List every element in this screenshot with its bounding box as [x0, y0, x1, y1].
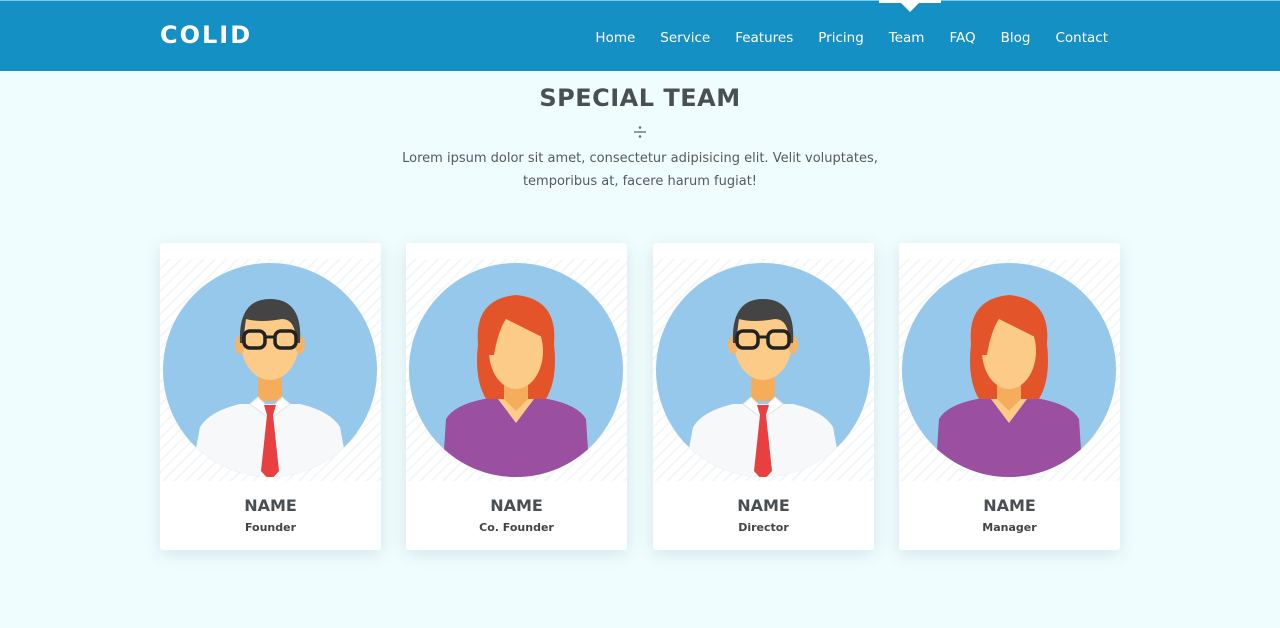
nav-link-contact[interactable]: Contact: [1055, 30, 1108, 46]
female-avatar-icon: [406, 259, 627, 481]
nav-link-blog[interactable]: Blog: [1001, 30, 1031, 46]
nav-link-service[interactable]: Service: [660, 30, 710, 46]
nav-item-team[interactable]: Team: [889, 27, 925, 46]
member-name: NAME: [983, 496, 1036, 515]
member-role: Director: [738, 521, 789, 534]
nav-link-faq[interactable]: FAQ: [949, 30, 975, 46]
nav-item-features[interactable]: Features: [735, 27, 793, 46]
active-nav-caret-icon: [901, 3, 919, 12]
member-name: NAME: [737, 496, 790, 515]
nav-item-service[interactable]: Service: [660, 27, 710, 46]
nav-item-contact[interactable]: Contact: [1055, 27, 1108, 46]
nav-menu: Home Service Features Pricing Team FAQ B…: [570, 1, 1108, 72]
nav-item-pricing[interactable]: Pricing: [818, 27, 864, 46]
team-grid: NAME Founder NAME Co. Founder NAME Direc…: [160, 243, 1120, 550]
nav-item-faq[interactable]: FAQ: [949, 27, 975, 46]
team-card[interactable]: NAME Manager: [899, 243, 1120, 550]
member-role: Co. Founder: [479, 521, 554, 534]
member-name: NAME: [244, 496, 297, 515]
brand-logo[interactable]: COLID: [160, 21, 252, 49]
nav-link-pricing[interactable]: Pricing: [818, 30, 864, 46]
divider-icon: [634, 126, 646, 138]
team-card[interactable]: NAME Founder: [160, 243, 381, 550]
nav-item-home[interactable]: Home: [595, 27, 635, 46]
member-name: NAME: [490, 496, 543, 515]
male-avatar-icon: [160, 259, 381, 481]
nav-link-team[interactable]: Team: [889, 30, 925, 46]
navbar: COLID Home Service Features Pricing Team…: [0, 0, 1280, 71]
member-role: Manager: [982, 521, 1037, 534]
section-title: SPECIAL TEAM: [539, 84, 741, 112]
female-avatar-icon: [899, 259, 1120, 481]
male-avatar-icon: [653, 259, 874, 481]
nav-item-blog[interactable]: Blog: [1001, 27, 1031, 46]
nav-link-home[interactable]: Home: [595, 30, 635, 46]
section-description: Lorem ipsum dolor sit amet, consectetur …: [402, 151, 878, 189]
team-card[interactable]: NAME Director: [653, 243, 874, 550]
member-role: Founder: [244, 521, 297, 534]
team-card[interactable]: NAME Co. Founder: [406, 243, 627, 550]
nav-link-features[interactable]: Features: [735, 30, 793, 46]
